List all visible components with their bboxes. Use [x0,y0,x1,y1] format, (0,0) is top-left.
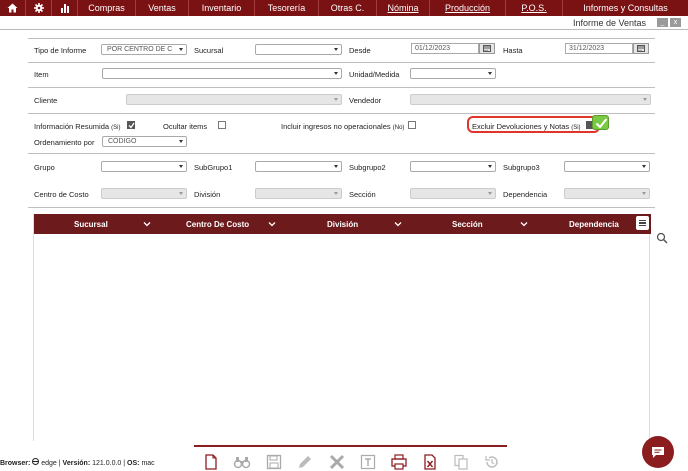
vendedor-select[interactable] [410,94,651,105]
history-icon[interactable] [483,453,501,471]
subgrupo3-label: Subgrupo3 [503,163,540,172]
close-button[interactable]: x [670,18,681,27]
highlight-box [467,116,600,133]
seccion-label: Sección [349,190,376,199]
green-check-icon [592,115,609,130]
info-resumida-label: Información Resumida (Si) [34,122,121,131]
unidad-label: Unidad/Medida [349,70,400,79]
subgrupo2-label: Subgrupo2 [349,163,386,172]
cliente-select[interactable] [126,94,342,105]
grupo-label: Grupo [34,163,55,172]
col-seccion[interactable]: Sección [452,220,483,229]
binoculars-icon[interactable] [233,453,251,471]
nav-otras[interactable]: Otras C. [319,0,377,16]
minimize-button[interactable]: _ [657,18,668,27]
cliente-label: Cliente [34,96,58,105]
calendar-desde-icon[interactable] [479,43,495,54]
delete-x-icon[interactable] [328,453,346,471]
nav-informes[interactable]: Informes y Consultas [563,0,688,16]
bar-chart-icon[interactable] [52,0,78,16]
copy-icon[interactable] [452,453,470,471]
print-icon[interactable] [390,453,408,471]
edit-pencil-icon[interactable] [296,453,314,471]
item-label: Item [34,70,49,79]
ocultar-label: Ocultar items [163,122,208,131]
save-icon[interactable] [265,453,283,471]
nav-compras[interactable]: Compras [78,0,136,16]
results-grid: Sucursal Centro De Costo División Secció… [33,214,651,441]
sucursal-select[interactable] [255,44,342,55]
desde-input[interactable]: 01/12/2023 [411,43,479,54]
subgrupo3-select[interactable] [564,161,650,172]
chat-button[interactable] [642,436,674,468]
action-toolbar [194,445,507,471]
excel-export-icon[interactable] [421,453,439,471]
orden-select[interactable]: CÓDIGO [102,136,187,147]
top-nav: Compras Ventas Inventario Tesorería Otra… [0,0,688,16]
hasta-label: Hasta [503,46,523,55]
chat-icon [652,446,664,458]
subgrupo1-label: SubGrupo1 [194,163,233,172]
grupo-select[interactable] [101,161,187,172]
window-bar: Informe de Ventas _ x [0,16,688,30]
nav-ventas[interactable]: Ventas [136,0,189,16]
nav-nomina[interactable]: Nómina [377,0,430,16]
tipo-select[interactable]: POR CENTRO DE C [101,44,187,55]
division-label: División [194,190,221,199]
subgrupo1-select[interactable] [255,161,342,172]
chevron-down-icon[interactable] [268,220,276,228]
search-icon[interactable] [656,232,668,244]
col-dependencia[interactable]: Dependencia [569,220,619,229]
chevron-down-icon[interactable] [143,220,151,228]
hasta-input[interactable]: 31/12/2023 [565,43,633,54]
browser-status: Browser: edge | Versión: 121.0.0.0 | OS:… [0,458,155,467]
chevron-down-icon[interactable] [394,220,402,228]
text-t-icon[interactable] [359,453,377,471]
ingresos-label: Incluir ingresos no operacionales (No) [281,122,405,131]
subgrupo2-select[interactable] [410,161,496,172]
report-form: Tipo de Informe POR CENTRO DE C Sucursal… [28,38,655,446]
item-select[interactable] [102,68,342,79]
centro-select[interactable] [101,188,187,199]
grid-menu-icon[interactable] [636,216,649,230]
desde-label: Desde [349,46,371,55]
tipo-label: Tipo de Informe [34,46,87,55]
new-document-icon[interactable] [202,453,220,471]
ingresos-checkbox[interactable] [408,121,416,129]
ocultar-checkbox[interactable] [218,121,226,129]
nav-inventario[interactable]: Inventario [189,0,255,16]
window-title: Informe de Ventas [572,18,646,28]
col-division[interactable]: División [327,220,358,229]
nav-tesoreria[interactable]: Tesorería [255,0,319,16]
col-sucursal[interactable]: Sucursal [74,220,108,229]
col-centro[interactable]: Centro De Costo [186,220,249,229]
grid-header: Sucursal Centro De Costo División Secció… [34,214,651,234]
calendar-hasta-icon[interactable] [633,43,649,54]
info-resumida-checkbox[interactable] [127,121,135,129]
unidad-select[interactable] [410,68,496,79]
chevron-down-icon[interactable] [520,220,528,228]
sucursal-label: Sucursal [194,46,224,55]
edge-icon [32,458,40,465]
seccion-select[interactable] [410,188,496,199]
division-select[interactable] [255,188,342,199]
dependencia-label: Dependencia [503,190,548,199]
nav-pos[interactable]: P.O.S. [506,0,563,16]
dependencia-select[interactable] [564,188,650,199]
vendedor-label: Vendedor [349,96,382,105]
centro-label: Centro de Costo [34,190,89,199]
nav-produccion[interactable]: Producción [430,0,506,16]
gear-icon[interactable] [26,0,52,16]
orden-label: Ordenamiento por [34,138,95,147]
home-icon[interactable] [0,0,26,16]
